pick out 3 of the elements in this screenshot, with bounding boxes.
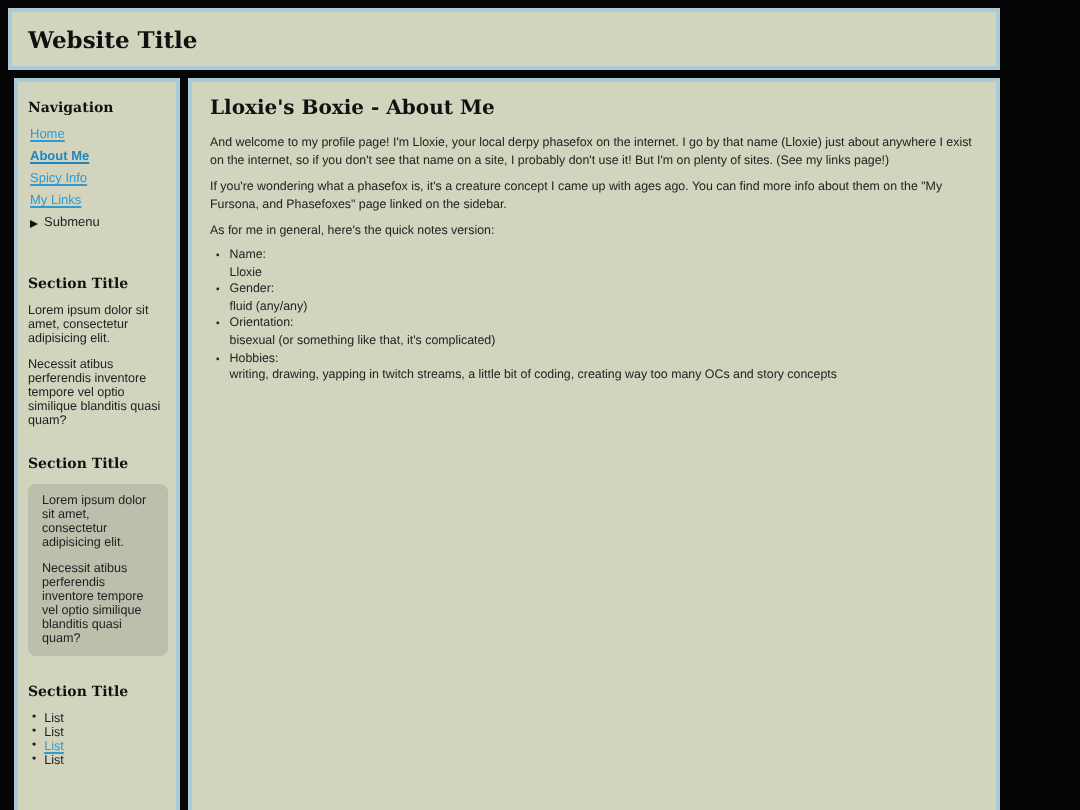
- triangle-icon: [30, 219, 38, 227]
- site-title: Website Title: [28, 25, 198, 53]
- page-heading: Lloxie's Boxie - About Me: [210, 98, 497, 120]
